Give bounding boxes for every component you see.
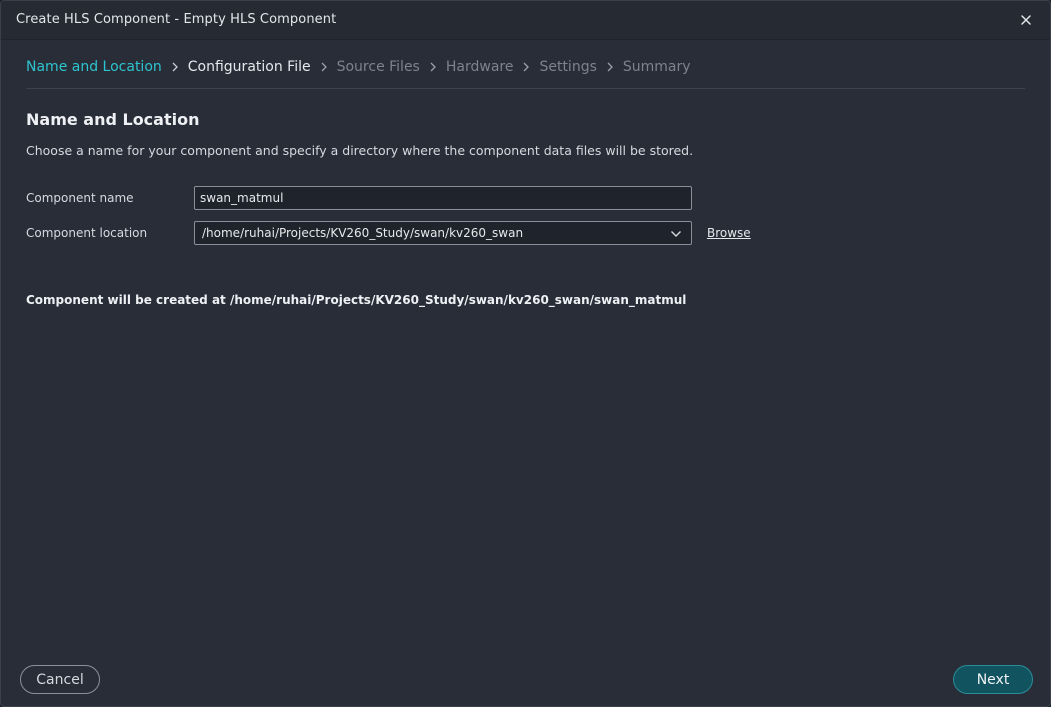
step-summary: Summary <box>622 59 691 75</box>
title-bar: Create HLS Component - Empty HLS Compone… <box>1 1 1050 40</box>
section-description: Choose a name for your component and spe… <box>26 143 694 158</box>
step-source-files: Source Files <box>336 59 420 75</box>
component-location-label: Component location <box>26 226 148 240</box>
chevron-right-icon <box>311 59 337 75</box>
chevron-down-icon <box>671 231 681 237</box>
chevron-right-icon <box>162 59 188 75</box>
step-settings: Settings <box>539 59 597 75</box>
create-hls-component-dialog: Create HLS Component - Empty HLS Compone… <box>0 0 1051 707</box>
wizard-steps-breadcrumb: Name and Location Configuration File Sou… <box>26 57 691 77</box>
step-configuration-file[interactable]: Configuration File <box>188 59 311 75</box>
step-hardware: Hardware <box>445 59 514 75</box>
chevron-right-icon <box>597 59 623 75</box>
section-title: Name and Location <box>26 110 200 129</box>
step-name-and-location[interactable]: Name and Location <box>26 59 162 75</box>
cancel-button[interactable]: Cancel <box>20 665 100 694</box>
component-name-input[interactable] <box>194 186 692 210</box>
component-location-select[interactable]: /home/ruhai/Projects/KV260_Study/swan/kv… <box>194 221 692 245</box>
browse-link[interactable]: Browse <box>707 226 751 240</box>
close-icon[interactable] <box>1016 10 1036 30</box>
next-button[interactable]: Next <box>953 665 1033 694</box>
component-path-summary: Component will be created at /home/ruhai… <box>26 293 687 307</box>
chevron-right-icon <box>513 59 539 75</box>
header-divider <box>26 88 1025 89</box>
component-name-label: Component name <box>26 191 134 205</box>
component-location-value: /home/ruhai/Projects/KV260_Study/swan/kv… <box>202 226 524 240</box>
window-title: Create HLS Component - Empty HLS Compone… <box>16 12 337 27</box>
chevron-right-icon <box>420 59 446 75</box>
